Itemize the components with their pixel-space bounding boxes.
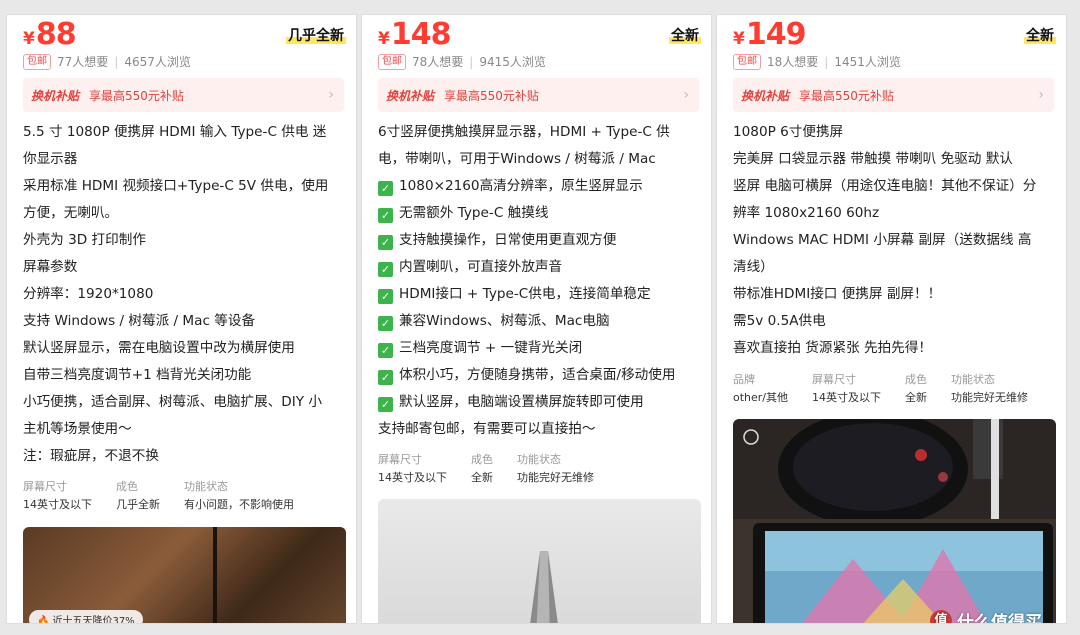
check-icon: ✓ [378, 370, 393, 385]
views-count: 9415人浏览 [479, 55, 546, 69]
subsidy-tag: 换机补贴 [386, 88, 435, 103]
views-count: 1451人浏览 [834, 55, 901, 69]
price: ¥149 [733, 17, 806, 52]
condition-label: 几乎全新 [286, 25, 346, 45]
description: 1080P 6寸便携屏 完美屏 口袋显示器 带触摸 带喇叭 免驱动 默认 竖屏 … [733, 124, 1037, 356]
attr-screen-size: 屏幕尺寸 14英寸及以下 [378, 453, 447, 484]
subsidy-tag: 换机补贴 [741, 88, 790, 103]
free-shipping-badge: 包邮 [733, 53, 761, 70]
description: 5.5 寸 1080P 便携屏 HDMI 输入 Type-C 供电 迷 你显示器… [23, 124, 329, 464]
check-icon: ✓ [378, 208, 393, 223]
attribute-row: 屏幕尺寸 14英寸及以下 成色 全新 功能状态 功能完好无维修 [378, 452, 618, 489]
free-shipping-badge: 包邮 [23, 53, 51, 70]
product-photo[interactable] [378, 499, 701, 623]
flame-icon: 🔥 [37, 616, 50, 624]
views-count: 4657人浏览 [124, 55, 191, 69]
subsidy-text: 享最高550元补贴 [444, 88, 539, 103]
subsidy-banner[interactable]: 换机补贴 享最高550元补贴 › [378, 78, 699, 112]
attribute-row: 屏幕尺寸 14英寸及以下 成色 几乎全新 功能状态 有小问题，不影响使用 [23, 479, 318, 516]
free-shipping-badge: 包邮 [378, 53, 406, 70]
stats-row: 包邮 77人想要 | 4657人浏览 [23, 53, 191, 70]
product-photo[interactable]: 值 什么值得买 [733, 419, 1056, 623]
wants-count: 77人想要 [57, 55, 109, 69]
subsidy-tag: 换机补贴 [31, 88, 80, 103]
check-icon: ✓ [378, 181, 393, 196]
attr-screen-size: 屏幕尺寸 14英寸及以下 [812, 373, 882, 404]
chevron-right-icon: › [328, 87, 334, 103]
attr-function: 功能状态 功能完好无维修 [951, 373, 1029, 404]
listing-card-3[interactable]: ¥149 全新 包邮 18人想要 | 1451人浏览 换机补贴 享最高550元补… [716, 14, 1067, 624]
check-icon: ✓ [378, 235, 393, 250]
price-drop-badge: 🔥 近十五天降价37% [29, 610, 143, 624]
listing-card-1[interactable]: ¥88 几乎全新 包邮 77人想要 | 4657人浏览 换机补贴 享最高550元… [6, 14, 357, 624]
attr-function: 功能状态 功能完好无维修 [517, 453, 594, 484]
description: 6寸竖屏便携触摸屏显示器，HDMI + Type-C 供 电，带喇叭，可用于Wi… [378, 124, 676, 437]
monitor-stand-shape [530, 551, 558, 623]
wants-count: 18人想要 [767, 55, 819, 69]
subsidy-text: 享最高550元补贴 [89, 88, 184, 103]
check-icon: ✓ [378, 289, 393, 304]
site-watermark: 值 什么值得买 [930, 608, 1042, 623]
attr-condition: 成色 全新 [471, 453, 493, 484]
watermark-logo-icon: 值 [930, 609, 952, 623]
condition-label: 全新 [669, 25, 701, 45]
attr-brand: 品牌 other/其他 [733, 373, 789, 404]
attr-screen-size: 屏幕尺寸 14英寸及以下 [23, 480, 92, 511]
check-icon: ✓ [378, 343, 393, 358]
attr-function: 功能状态 有小问题，不影响使用 [184, 480, 294, 511]
photo-illustration [733, 419, 1056, 623]
subsidy-text: 享最高550元补贴 [799, 88, 894, 103]
price: ¥88 [23, 17, 77, 52]
attr-condition: 成色 几乎全新 [116, 480, 160, 511]
attribute-row: 品牌 other/其他 屏幕尺寸 14英寸及以下 成色 全新 功能状态 功能完好无维修 [733, 372, 1052, 409]
chevron-right-icon: › [683, 87, 689, 103]
subsidy-banner[interactable]: 换机补贴 享最高550元补贴 › [733, 78, 1054, 112]
check-icon: ✓ [378, 397, 393, 412]
condition-label: 全新 [1024, 25, 1056, 45]
product-photo[interactable]: 🔥 近十五天降价37% [23, 527, 346, 624]
chevron-right-icon: › [1038, 87, 1044, 103]
subsidy-banner[interactable]: 换机补贴 享最高550元补贴 › [23, 78, 344, 112]
check-icon: ✓ [378, 262, 393, 277]
wants-count: 78人想要 [412, 55, 464, 69]
stats-row: 包邮 18人想要 | 1451人浏览 [733, 53, 901, 70]
check-icon: ✓ [378, 316, 393, 331]
stats-row: 包邮 78人想要 | 9415人浏览 [378, 53, 546, 70]
price: ¥148 [378, 17, 451, 52]
attr-condition: 成色 全新 [905, 373, 928, 404]
listing-card-2[interactable]: ¥148 全新 包邮 78人想要 | 9415人浏览 换机补贴 享最高550元补… [361, 14, 712, 624]
